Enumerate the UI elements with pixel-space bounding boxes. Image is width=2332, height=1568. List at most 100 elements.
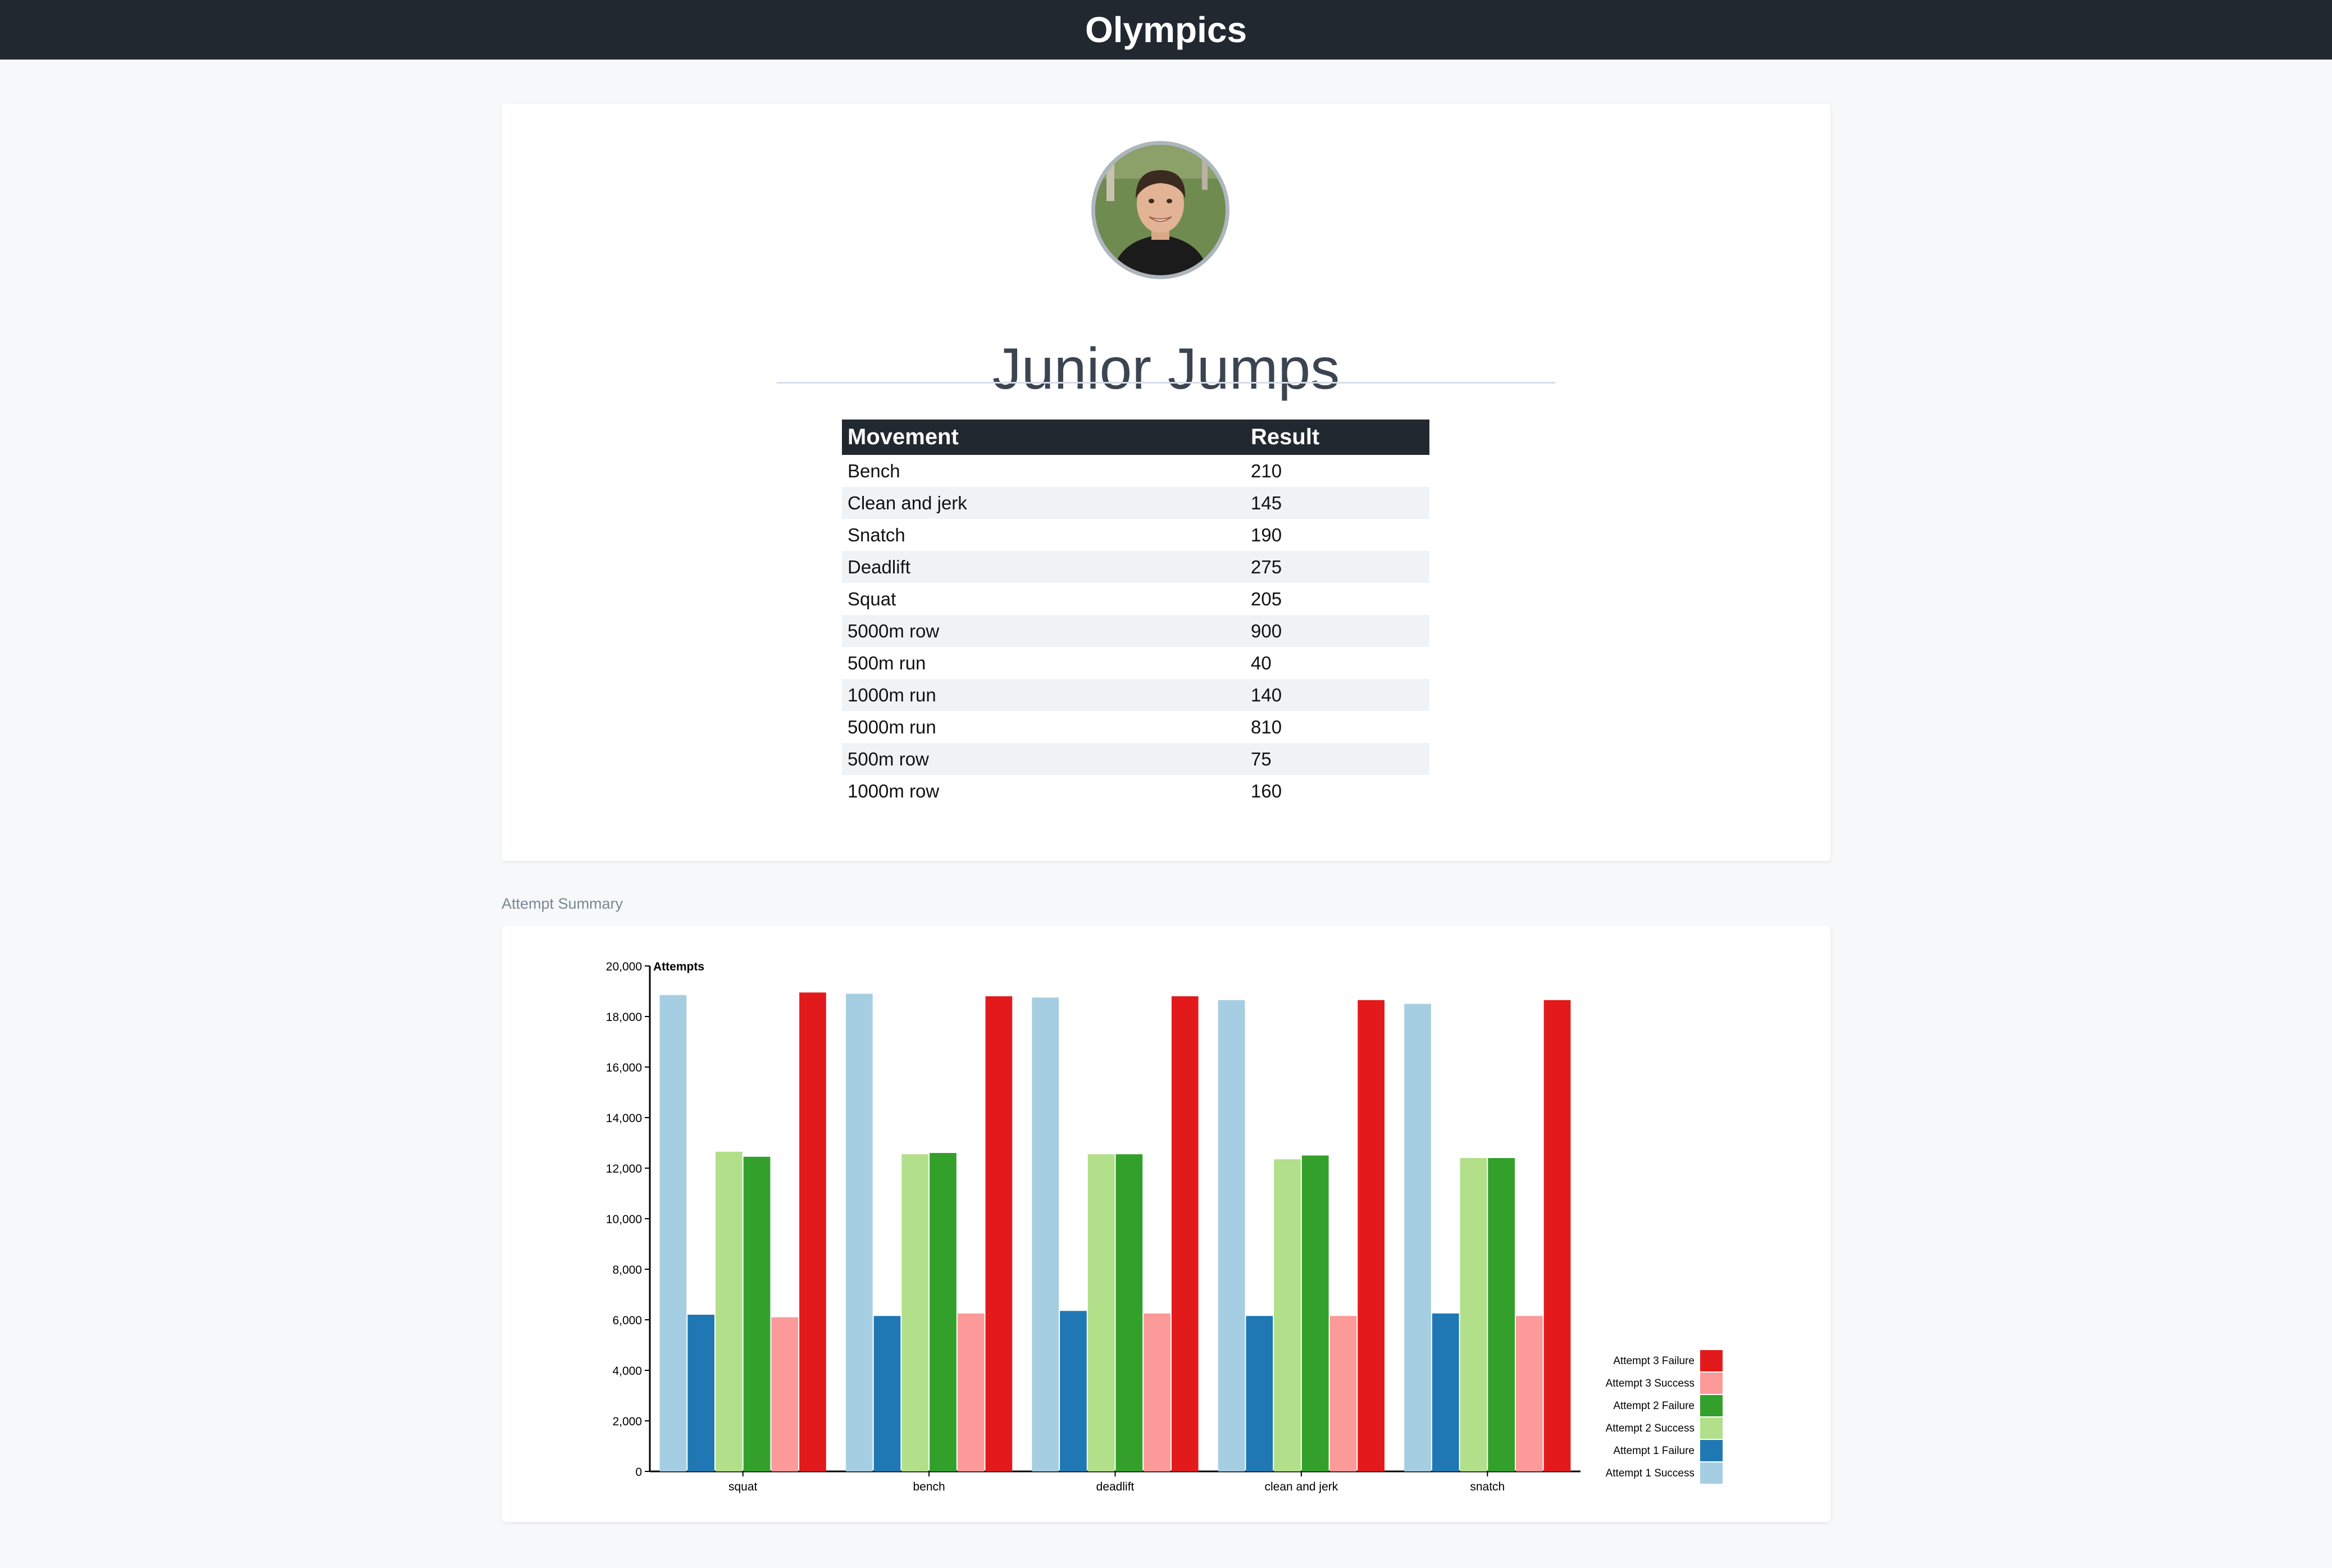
y-tick-label: 4,000 — [612, 1365, 642, 1378]
avatar — [1091, 141, 1229, 279]
y-tick-label: 0 — [635, 1466, 642, 1479]
legend-swatch — [1700, 1440, 1723, 1461]
bar-attempt-2-failure — [1488, 1158, 1515, 1471]
x-tick-label: squat — [728, 1480, 758, 1493]
y-tick-label: 16,000 — [606, 1061, 642, 1074]
legend-swatch — [1700, 1417, 1723, 1439]
y-tick-label: 10,000 — [606, 1213, 642, 1226]
bar-attempt-2-success — [1274, 1159, 1301, 1471]
movement-cell: Clean and jerk — [842, 487, 1245, 519]
bar-attempt-2-success — [901, 1154, 929, 1471]
legend-swatch — [1700, 1395, 1723, 1416]
avatar-photo-icon — [1095, 145, 1226, 275]
result-cell: 160 — [1251, 780, 1282, 801]
bar-attempt-3-success — [957, 1313, 985, 1471]
x-tick-label: clean and jerk — [1265, 1480, 1338, 1493]
result-cell: 900 — [1245, 615, 1429, 647]
movement-cell: 500m run — [848, 652, 926, 673]
bar-attempt-1-success — [1218, 1000, 1245, 1471]
athlete-name: Junior Jumps — [992, 336, 1340, 402]
movement-cell: 1000m row — [848, 780, 940, 801]
bar-attempt-3-failure — [799, 992, 826, 1471]
movement-cell: Squat — [848, 588, 896, 609]
legend-label: Attempt 3 Success — [1606, 1378, 1695, 1389]
table-row: Bench 210 — [842, 455, 1429, 487]
column-header-movement: Movement — [842, 420, 1245, 455]
bar-attempt-2-success — [1087, 1154, 1115, 1471]
table-row: 5000m run 810 — [842, 711, 1429, 743]
bar-attempt-2-success — [1460, 1158, 1487, 1471]
x-tick-label: deadlift — [1096, 1480, 1135, 1493]
movement-cell: Deadlift — [842, 551, 1245, 583]
attempt-summary-chart: 0 2,000 4,000 6,000 8,000 10,000 12,000 14,000 1… — [606, 960, 1723, 1493]
bar-attempt-3-failure — [985, 996, 1013, 1471]
legend-swatch — [1700, 1462, 1723, 1484]
table-row: 1000m row 160 — [842, 775, 1429, 807]
bar-attempt-2-failure — [930, 1153, 957, 1471]
result-cell: 210 — [1251, 460, 1282, 481]
bar-attempt-1-success — [659, 995, 687, 1471]
top-navbar: Olympics — [0, 0, 2332, 60]
result-cell: 140 — [1245, 679, 1429, 711]
x-tick-label: bench — [913, 1480, 945, 1493]
y-tick-label: 20,000 — [606, 960, 642, 973]
results-table: Movement Result Bench 210 Clean and jerk… — [842, 420, 1429, 807]
bar-attempt-3-failure — [1358, 1000, 1385, 1471]
bar-attempt-3-success — [1516, 1316, 1543, 1471]
result-cell: 75 — [1245, 743, 1429, 775]
result-cell: 190 — [1251, 524, 1282, 545]
table-row: 5000m row 900 — [842, 615, 1429, 647]
column-header-result: Result — [1245, 420, 1429, 455]
bar-attempt-1-failure — [687, 1315, 714, 1471]
table-row: 500m run 40 — [842, 647, 1429, 679]
y-tick-label: 8,000 — [612, 1264, 642, 1277]
result-cell: 40 — [1251, 652, 1272, 673]
table-row: Squat 205 — [842, 583, 1429, 615]
bar-attempt-1-failure — [873, 1316, 901, 1471]
legend-label: Attempt 2 Success — [1606, 1423, 1695, 1434]
legend-swatch — [1700, 1373, 1723, 1394]
y-axis-title: Attempts — [653, 960, 704, 973]
result-cell: 275 — [1245, 551, 1429, 583]
name-divider — [777, 382, 1555, 384]
y-tick-label: 14,000 — [606, 1112, 642, 1125]
bar-attempt-1-failure — [1246, 1316, 1273, 1471]
legend-label: Attempt 1 Success — [1606, 1467, 1695, 1479]
y-tick-label: 6,000 — [612, 1314, 642, 1327]
movement-cell: 500m row — [842, 743, 1245, 775]
bar-attempt-3-success — [1144, 1313, 1170, 1471]
legend-label: Attempt 2 Failure — [1613, 1400, 1695, 1412]
attempt-summary-card: 0 2,000 4,000 6,000 8,000 10,000 12,000 14,000 1… — [502, 926, 1830, 1522]
athlete-profile-card: Junior Jumps Movement Result Bench 210 C… — [502, 104, 1830, 861]
bar-attempt-2-success — [715, 1151, 743, 1471]
bar-attempt-1-success — [845, 993, 873, 1471]
movement-cell: 1000m run — [842, 679, 1245, 711]
movement-cell: Bench — [848, 460, 900, 481]
bar-attempt-3-failure — [1543, 1000, 1571, 1471]
table-row: Snatch 190 — [842, 519, 1429, 551]
table-header-row: Movement Result — [842, 420, 1429, 455]
movement-cell: 5000m row — [842, 615, 1245, 647]
app-title[interactable]: Olympics — [1085, 9, 1247, 51]
legend-label: Attempt 3 Failure — [1613, 1355, 1695, 1367]
bar-attempt-2-failure — [743, 1156, 771, 1471]
result-cell: 145 — [1245, 487, 1429, 519]
result-cell: 810 — [1251, 716, 1282, 737]
bar-attempt-3-failure — [1171, 996, 1199, 1471]
table-row: Deadlift 275 — [842, 551, 1429, 583]
y-tick-label: 18,000 — [606, 1011, 642, 1024]
result-cell: 205 — [1251, 588, 1282, 609]
x-tick-label: snatch — [1470, 1480, 1505, 1493]
y-tick-label: 12,000 — [606, 1163, 642, 1175]
bar-attempt-2-failure — [1301, 1155, 1329, 1471]
table-row: 1000m run 140 — [842, 679, 1429, 711]
table-row: 500m row 75 — [842, 743, 1429, 775]
bar-attempt-2-failure — [1115, 1154, 1143, 1471]
bar-attempt-1-failure — [1432, 1313, 1459, 1471]
y-tick-label: 2,000 — [612, 1415, 642, 1428]
bar-attempt-3-success — [1329, 1316, 1357, 1471]
legend-swatch — [1700, 1350, 1723, 1371]
movement-cell: Snatch — [848, 524, 905, 545]
table-row: Clean and jerk 145 — [842, 487, 1429, 519]
bar-attempt-1-success — [1032, 997, 1059, 1471]
